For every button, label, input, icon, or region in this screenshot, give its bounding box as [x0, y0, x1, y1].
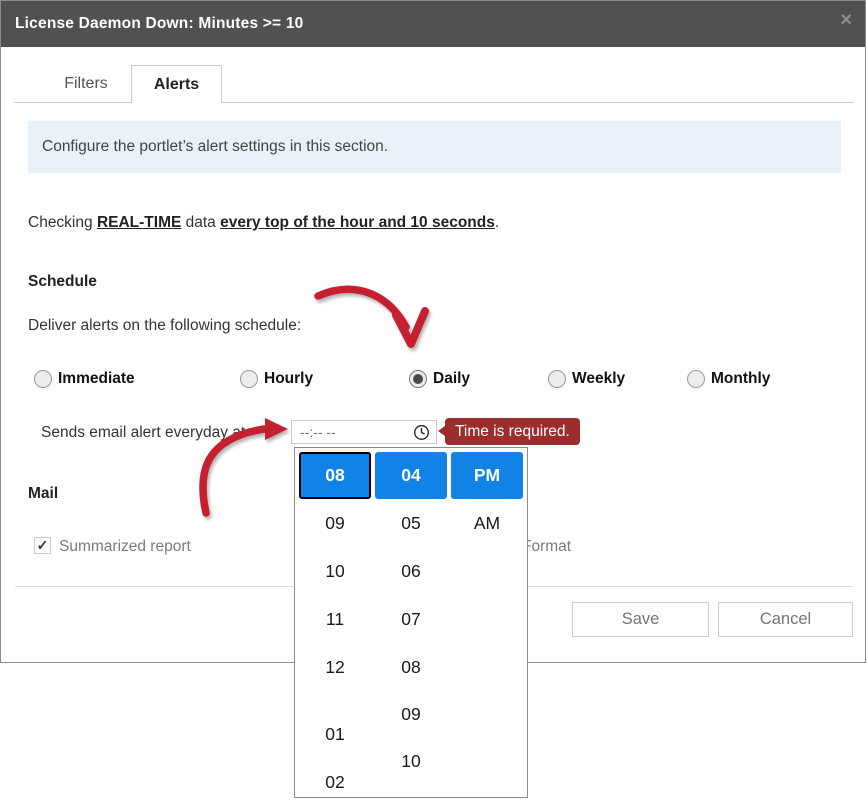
radio-immediate-circle[interactable] [34, 370, 52, 388]
radio-weekly-circle[interactable] [548, 370, 566, 388]
hour-option[interactable]: 09 [299, 499, 371, 547]
time-required-error: Time is required. [438, 418, 580, 445]
meridiem-option-selected[interactable]: PM [451, 452, 523, 499]
schedule-heading: Schedule [28, 273, 97, 290]
tab-filters[interactable]: Filters [41, 65, 131, 103]
save-button[interactable]: Save [572, 602, 709, 637]
summarized-report-label: Summarized report [59, 538, 191, 555]
screen: License Daemon Down: Minutes >= 10 × Fil… [0, 0, 867, 800]
radio-monthly-circle[interactable] [687, 370, 705, 388]
time-picker-meridiem-column: PM AM [451, 452, 523, 547]
frequency-emphasis: every top of the hour and 10 seconds [220, 214, 495, 231]
format-label: Format [522, 538, 572, 555]
hour-option[interactable]: 12 [299, 643, 371, 691]
minute-option[interactable]: 08 [375, 643, 447, 691]
radio-hourly-label: Hourly [264, 370, 314, 387]
hour-option[interactable]: 02 [299, 758, 371, 800]
schedule-subtitle: Deliver alerts on the following schedule… [28, 317, 302, 334]
minute-option-selected[interactable]: 04 [375, 452, 447, 499]
radio-weekly[interactable]: Weekly [548, 370, 625, 388]
minute-option[interactable]: 07 [375, 595, 447, 643]
close-icon[interactable]: × [840, 10, 852, 30]
realtime-emphasis: REAL-TIME [96, 214, 182, 231]
info-banner: Configure the portlet’s alert settings i… [28, 121, 841, 173]
dialog-title: License Daemon Down: Minutes >= 10 [15, 15, 304, 32]
checking-middle: data [181, 214, 221, 231]
cancel-button[interactable]: Cancel [718, 602, 853, 637]
time-input-wrap [291, 420, 437, 444]
minute-option[interactable]: 05 [375, 499, 447, 547]
time-picker-hours-column: 08 09 10 11 12 01 02 [299, 452, 371, 800]
radio-monthly[interactable]: Monthly [687, 370, 770, 388]
radio-immediate-label: Immediate [58, 370, 135, 387]
radio-hourly-circle[interactable] [240, 370, 258, 388]
tab-alerts[interactable]: Alerts [131, 65, 222, 103]
time-picker-minutes-column: 04 05 06 07 08 09 10 [375, 452, 447, 785]
radio-hourly[interactable]: Hourly [240, 370, 313, 388]
checking-prefix: Checking [28, 214, 97, 231]
hour-option[interactable]: 01 [299, 710, 371, 758]
hour-option-selected[interactable]: 08 [299, 452, 371, 499]
minute-option[interactable]: 10 [375, 738, 447, 785]
hour-option[interactable]: 10 [299, 547, 371, 595]
time-field-label: Sends email alert everyday at [41, 424, 246, 441]
time-picker-dropdown: 08 09 10 11 12 01 02 04 05 06 07 08 09 1… [294, 447, 528, 798]
minute-option[interactable]: 06 [375, 547, 447, 595]
radio-daily-label: Daily [433, 370, 471, 387]
dialog-titlebar: License Daemon Down: Minutes >= 10 × [1, 1, 865, 47]
checking-suffix: . [494, 214, 500, 231]
radio-weekly-label: Weekly [572, 370, 626, 387]
checkmark-icon: ✓ [36, 537, 49, 553]
clock-icon[interactable] [413, 424, 430, 441]
radio-daily-circle[interactable] [409, 370, 427, 388]
hour-option[interactable]: 11 [299, 595, 371, 643]
radio-monthly-label: Monthly [711, 370, 771, 387]
summarized-report-checkbox[interactable]: ✓ [34, 537, 51, 554]
radio-immediate[interactable]: Immediate [34, 370, 135, 388]
minute-option[interactable]: 09 [375, 691, 447, 738]
checking-frequency-line: Checking REAL-TIME data every top of the… [28, 214, 499, 232]
info-banner-text: Configure the portlet’s alert settings i… [42, 138, 389, 155]
meridiem-option[interactable]: AM [451, 499, 523, 547]
mail-heading: Mail [28, 485, 59, 502]
radio-daily[interactable]: Daily [409, 370, 470, 388]
